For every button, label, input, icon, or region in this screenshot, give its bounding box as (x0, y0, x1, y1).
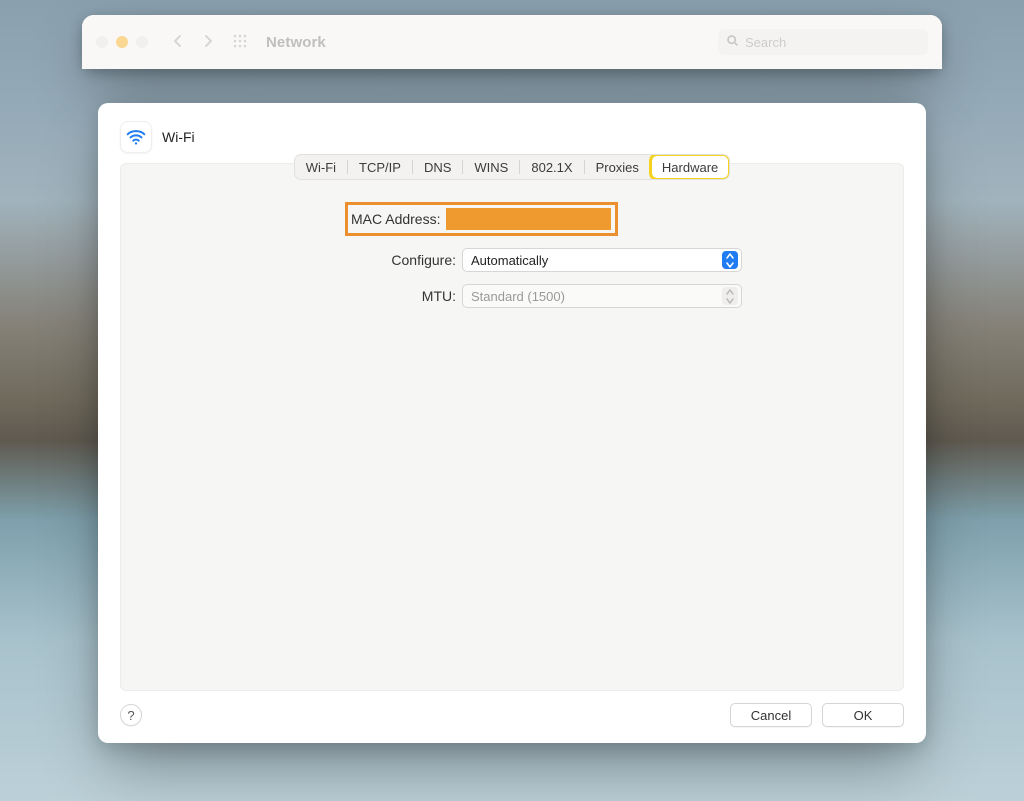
desktop-background: Network Wi-Fi (0, 0, 1024, 801)
window-title: Network (266, 34, 326, 51)
tab-proxies[interactable]: Proxies (585, 155, 650, 179)
up-down-stepper-icon (722, 287, 738, 305)
tab-tcpip[interactable]: TCP/IP (348, 155, 412, 179)
sheet-footer: ? Cancel OK (120, 703, 904, 727)
zoom-window-button[interactable] (136, 36, 148, 48)
mtu-label: MTU: (137, 288, 462, 304)
tab-8021x[interactable]: 802.1X (520, 155, 583, 179)
sheet-title: Wi-Fi (162, 129, 195, 145)
ok-button[interactable]: OK (822, 703, 904, 727)
nav-arrows (170, 33, 216, 52)
sheet-body: Wi-Fi TCP/IP DNS WINS 802.1X Proxies Har… (120, 163, 904, 691)
mtu-select-value: Standard (1500) (471, 289, 565, 304)
configure-select-value: Automatically (471, 253, 548, 268)
mtu-select: Standard (1500) (462, 284, 742, 308)
window-traffic-lights (96, 36, 148, 48)
tab-hardware[interactable]: Hardware (651, 155, 729, 179)
mac-address-label: MAC Address: (351, 211, 446, 227)
back-button[interactable] (170, 33, 186, 52)
help-button[interactable]: ? (120, 704, 142, 726)
show-all-grid-icon[interactable] (232, 33, 248, 52)
search-field[interactable] (718, 29, 928, 55)
mac-address-value-redacted (446, 208, 611, 230)
window-titlebar: Network (82, 15, 942, 69)
mac-address-highlight: MAC Address: (345, 202, 618, 236)
up-down-stepper-icon (722, 251, 738, 269)
configure-select[interactable]: Automatically (462, 248, 742, 272)
tab-dns[interactable]: DNS (413, 155, 462, 179)
mac-address-row: MAC Address: (349, 202, 887, 236)
tabs-row: Wi-Fi TCP/IP DNS WINS 802.1X Proxies Har… (137, 154, 887, 180)
search-input[interactable] (745, 35, 921, 50)
tabs-segmented-control: Wi-Fi TCP/IP DNS WINS 802.1X Proxies Har… (294, 154, 731, 180)
cancel-button[interactable]: Cancel (730, 703, 812, 727)
close-window-button[interactable] (96, 36, 108, 48)
mtu-row: MTU: Standard (1500) (137, 284, 887, 308)
minimize-window-button[interactable] (116, 36, 128, 48)
wifi-hardware-sheet: Wi-Fi Wi-Fi TCP/IP DNS WINS 802.1X Proxi… (98, 103, 926, 743)
sheet-header: Wi-Fi (120, 121, 904, 153)
tab-wins[interactable]: WINS (463, 155, 519, 179)
search-icon (726, 34, 739, 50)
tab-wifi[interactable]: Wi-Fi (295, 155, 347, 179)
form-area: MAC Address: Configure: Automatically (137, 202, 887, 320)
system-preferences-window: Network Wi-Fi (82, 15, 942, 69)
wifi-icon (120, 121, 152, 153)
configure-label: Configure: (137, 252, 462, 268)
forward-button[interactable] (200, 33, 216, 52)
configure-row: Configure: Automatically (137, 248, 887, 272)
